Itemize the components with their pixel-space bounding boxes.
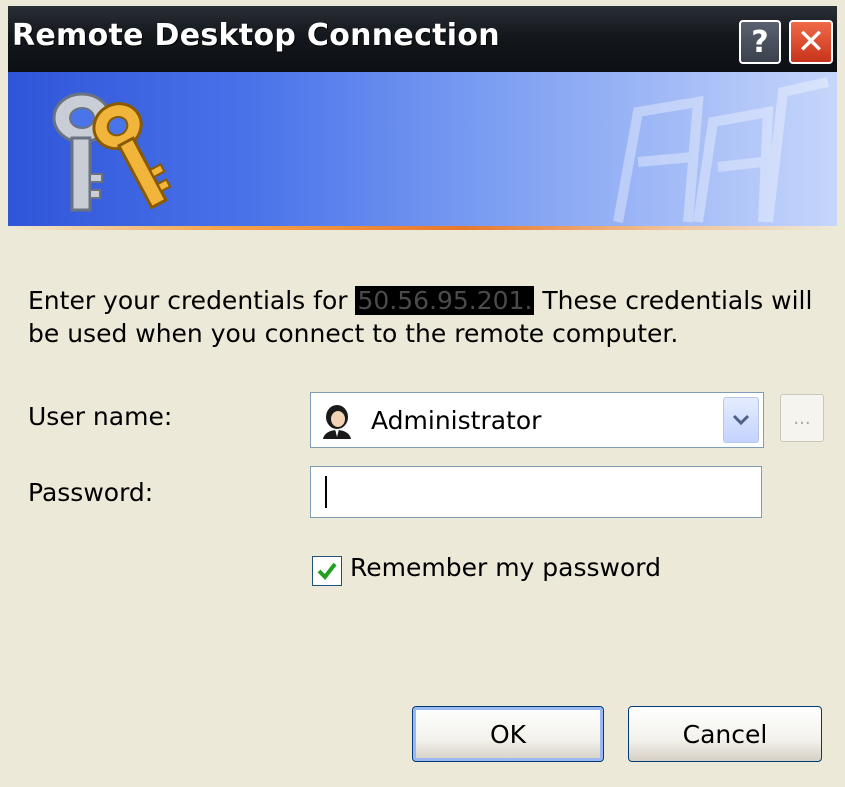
cancel-button[interactable]: Cancel: [628, 706, 822, 762]
title-bar[interactable]: Remote Desktop Connection ? ✕: [8, 6, 837, 72]
username-dropdown-button[interactable]: [723, 397, 759, 443]
host-address: 50.56.95.201.: [355, 286, 535, 315]
ok-button[interactable]: OK: [412, 706, 604, 762]
watermark-graphic: [613, 77, 830, 223]
browse-users-button[interactable]: ...: [780, 394, 824, 442]
text-caret: [325, 476, 327, 508]
help-button[interactable]: ?: [739, 20, 781, 64]
password-label: Password:: [28, 478, 154, 507]
header-banner: [8, 72, 837, 228]
credentials-prompt: Enter your credentials for 50.56.95.201.…: [28, 284, 828, 350]
remote-desktop-dialog: Remote Desktop Connection ? ✕ Enter your…: [0, 0, 845, 787]
remember-password-checkbox[interactable]: [312, 556, 342, 586]
user-icon: [323, 405, 351, 439]
prompt-text-before: Enter your credentials for: [28, 286, 356, 315]
keys-icon: [52, 92, 172, 212]
chevron-down-icon: [732, 414, 750, 426]
username-label: User name:: [28, 402, 173, 431]
username-value: Administrator: [371, 406, 542, 435]
banner-accent-line: [8, 226, 837, 230]
window-title: Remote Desktop Connection: [12, 18, 500, 53]
remember-password-label[interactable]: Remember my password: [350, 553, 661, 582]
password-field[interactable]: [310, 466, 762, 518]
close-button[interactable]: ✕: [789, 20, 833, 64]
checkmark-icon: [317, 562, 337, 581]
username-combobox[interactable]: Administrator: [310, 392, 764, 448]
